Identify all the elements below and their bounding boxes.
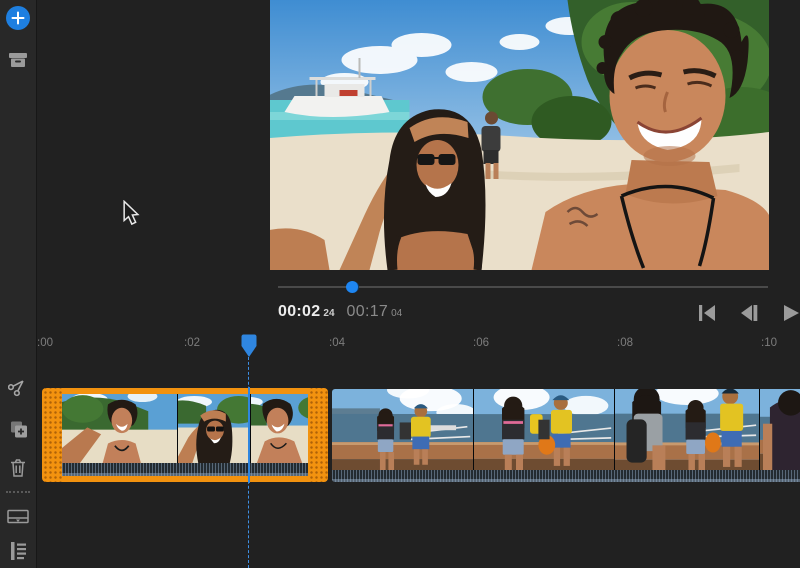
- video-preview: [270, 0, 769, 270]
- scissors-icon: [8, 377, 28, 397]
- step-back-icon: [739, 304, 759, 322]
- plus-icon: [11, 11, 25, 25]
- total-time: 00:17: [347, 303, 389, 321]
- sidebar-divider: [6, 491, 30, 493]
- clip-thumbnail: [760, 389, 800, 470]
- scrubber-thumb[interactable]: [346, 281, 359, 293]
- duplicate-clip-button[interactable]: [8, 419, 28, 439]
- skip-start-icon: [697, 304, 717, 322]
- previous-edit-button[interactable]: [694, 302, 720, 324]
- duplicate-icon: [8, 419, 28, 439]
- clip-thumbnail: [62, 394, 178, 463]
- video-editor-app: { "colors": { "accent_blue": "#1E7FE0", …: [0, 0, 800, 568]
- play-icon: [782, 304, 800, 322]
- timeline-ruler[interactable]: :00 :02 :04 :06 :08 :10: [0, 332, 800, 356]
- clip-trim-handle-right[interactable]: [308, 388, 328, 482]
- playhead-handle[interactable]: [241, 334, 257, 358]
- split-clip-button[interactable]: [8, 377, 28, 397]
- step-back-button[interactable]: [736, 302, 762, 324]
- timeline-clip[interactable]: [332, 389, 800, 482]
- ruler-label: :08: [617, 337, 633, 349]
- clip-thumbnail: [251, 394, 308, 463]
- transport-buttons: [694, 302, 800, 324]
- ruler-label: :00: [37, 337, 53, 349]
- timeline-clip-selected[interactable]: [42, 388, 328, 482]
- clip-thumbnail: [332, 389, 474, 470]
- timecode: 00:02 24 00:17 04: [278, 303, 402, 321]
- track-list-icon: [9, 541, 27, 561]
- clip-trim-handle-left[interactable]: [42, 388, 62, 482]
- media-bin-icon: [8, 51, 28, 69]
- ruler-label: :02: [184, 337, 200, 349]
- preview-frame: [270, 0, 769, 270]
- ruler-label: :04: [329, 337, 345, 349]
- total-frames: 04: [391, 308, 402, 319]
- toolbar-sidebar: [0, 0, 37, 568]
- player-controls: 00:02 24 00:17 04: [270, 300, 800, 330]
- ruler-label: :10: [761, 337, 777, 349]
- audio-waveform: [332, 470, 800, 482]
- media-browser-button[interactable]: [8, 50, 28, 70]
- ruler-label: :06: [473, 337, 489, 349]
- mouse-cursor: [122, 200, 140, 226]
- play-button[interactable]: [778, 302, 800, 324]
- playhead-line-overlay: [248, 387, 250, 483]
- clip-thumbnails: [332, 389, 800, 470]
- clip-thumbnails: [62, 394, 308, 463]
- track-controls-button[interactable]: [8, 541, 28, 561]
- current-frames: 24: [323, 308, 334, 319]
- preview-scrubber[interactable]: [278, 281, 768, 293]
- expand-tracks-button[interactable]: [8, 507, 28, 527]
- clip-thumbnail: [615, 389, 760, 470]
- clip-thumbnail: [474, 389, 615, 470]
- tray-icon: [7, 509, 29, 525]
- current-time: 00:02: [278, 303, 320, 321]
- delete-clip-button[interactable]: [8, 458, 28, 478]
- clip-thumbnail: [178, 394, 251, 463]
- audio-waveform: [62, 463, 308, 476]
- trash-icon: [9, 458, 27, 478]
- clip-content: [62, 394, 308, 476]
- add-media-button[interactable]: [6, 6, 30, 30]
